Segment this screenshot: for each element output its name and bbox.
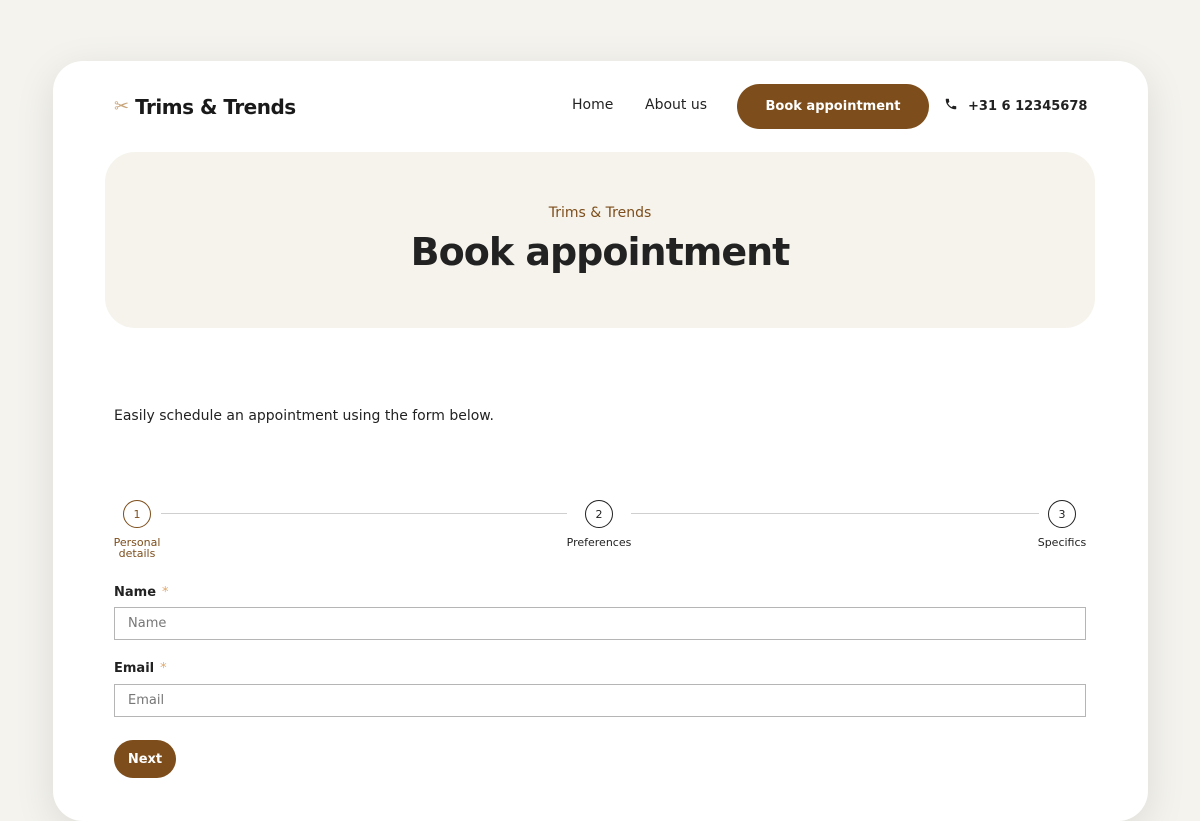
book-appointment-button[interactable]: Book appointment xyxy=(737,84,929,129)
step-2-circle[interactable]: 2 xyxy=(585,500,613,528)
email-input[interactable] xyxy=(114,684,1086,717)
page-title: Book appointment xyxy=(410,230,791,274)
step-connector xyxy=(631,513,1039,514)
scissors-icon: ✂ xyxy=(114,96,130,117)
nav-home-link[interactable]: Home xyxy=(572,97,613,113)
required-mark: * xyxy=(162,585,169,600)
hero-subtitle: Trims & Trends xyxy=(548,205,652,221)
email-label: Email * xyxy=(114,661,167,676)
name-input[interactable] xyxy=(114,607,1086,640)
hero-banner: Trims & Trends Book appointment xyxy=(105,152,1095,328)
step-1-label-line2: details xyxy=(118,547,156,560)
phone-number: +31 6 12345678 xyxy=(968,98,1088,114)
intro-text: Easily schedule an appointment using the… xyxy=(114,408,494,424)
phone-contact[interactable]: +31 6 12345678 xyxy=(944,97,1087,115)
name-label-text: Name xyxy=(114,585,157,600)
logo-text: Trims & Trends xyxy=(135,95,296,119)
step-1-label: Personal details xyxy=(107,537,167,559)
phone-icon xyxy=(944,97,958,115)
logo[interactable]: ✂ Trims & Trends xyxy=(114,94,296,120)
next-button[interactable]: Next xyxy=(114,740,176,778)
step-1-circle[interactable]: 1 xyxy=(123,500,151,528)
required-mark: * xyxy=(160,661,167,676)
step-3-label: Specifics xyxy=(1037,536,1087,549)
step-2-label: Preferences xyxy=(566,536,632,549)
step-connector xyxy=(161,513,567,514)
step-3-circle[interactable]: 3 xyxy=(1048,500,1076,528)
name-label: Name * xyxy=(114,585,169,600)
nav-about-link[interactable]: About us xyxy=(645,97,707,113)
email-label-text: Email xyxy=(114,661,155,676)
